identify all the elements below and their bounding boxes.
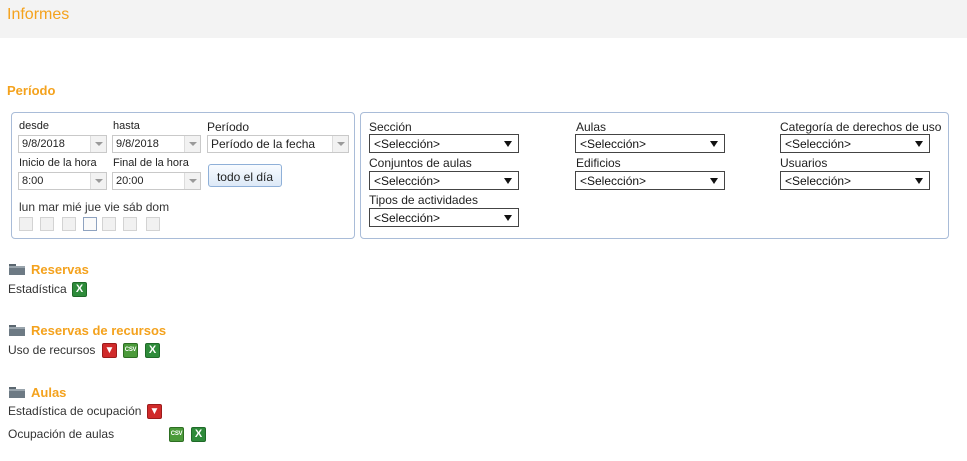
csv-icon[interactable]: CSV	[169, 427, 184, 442]
chevron-down-icon[interactable]	[90, 173, 106, 189]
folder-icon	[9, 264, 25, 275]
from-label: desde	[19, 120, 49, 132]
chevron-down-icon[interactable]	[332, 136, 348, 152]
to-date-value: 9/8/2018	[116, 138, 159, 150]
categoria-value: <Selección>	[785, 137, 852, 151]
excel-icon[interactable]: X	[191, 427, 206, 442]
chevron-down-icon	[504, 178, 512, 184]
conjuntos-value: <Selección>	[374, 174, 441, 188]
period-select-label: Período	[207, 120, 250, 134]
from-date-input[interactable]: 9/8/2018	[18, 135, 107, 153]
header-bar: Informes	[0, 0, 967, 38]
seccion-label: Sección	[369, 120, 412, 134]
reservas-group-title: Reservas	[31, 262, 89, 277]
aulas-value: <Selección>	[580, 137, 647, 151]
usuarios-label: Usuarios	[780, 156, 828, 170]
chevron-down-icon	[504, 215, 512, 221]
tipos-label: Tipos de actividades	[369, 193, 478, 207]
period-section-title: Período	[7, 83, 56, 98]
excel-icon[interactable]: X	[145, 343, 160, 358]
chevron-down-icon[interactable]	[184, 173, 200, 189]
weekday-checkbox-thu[interactable]	[83, 217, 97, 231]
folder-icon	[9, 325, 25, 336]
weekday-checkbox-fri[interactable]	[102, 217, 116, 231]
end-time-value: 20:00	[116, 175, 144, 187]
pdf-icon[interactable]: ▼	[102, 343, 117, 358]
tipos-value: <Selección>	[374, 211, 441, 225]
aulas-group-title: Aulas	[31, 385, 67, 400]
start-time-input[interactable]: 8:00	[18, 172, 107, 190]
aulas-label: Aulas	[576, 120, 607, 134]
uso-recursos-label: Uso de recursos	[8, 343, 96, 357]
weekday-checkbox-sun[interactable]	[146, 217, 160, 231]
folder-icon	[9, 387, 25, 398]
seccion-value: <Selección>	[374, 137, 441, 151]
chevron-down-icon	[915, 178, 923, 184]
start-time-value: 8:00	[22, 175, 44, 187]
categoria-label: Categoría de derechos de uso	[780, 120, 942, 134]
weekday-checkbox-mon[interactable]	[19, 217, 33, 231]
chevron-down-icon[interactable]	[184, 136, 200, 152]
edificios-value: <Selección>	[580, 174, 647, 188]
estadistica-ocupacion-label: Estadística de ocupación	[8, 404, 142, 418]
weekday-checkbox-tue[interactable]	[40, 217, 54, 231]
aulas-select[interactable]: <Selección>	[575, 134, 725, 153]
period-select[interactable]: Período de la fecha	[207, 135, 349, 153]
usuarios-select[interactable]: <Selección>	[780, 171, 930, 190]
chevron-down-icon	[504, 141, 512, 147]
csv-icon[interactable]: CSV	[123, 343, 138, 358]
tipos-select[interactable]: <Selección>	[369, 208, 519, 227]
seccion-select[interactable]: <Selección>	[369, 134, 519, 153]
ocupacion-aulas-label: Ocupación de aulas	[8, 427, 115, 441]
weekdays-label: lun mar mié jue vie sáb dom	[19, 200, 170, 214]
period-select-value: Período de la fecha	[211, 137, 316, 151]
chevron-down-icon	[710, 141, 718, 147]
from-date-value: 9/8/2018	[22, 138, 65, 150]
chevron-down-icon	[915, 141, 923, 147]
pdf-icon[interactable]: ▼	[147, 404, 162, 419]
all-day-button[interactable]: todo el día	[208, 164, 282, 187]
page-title: Informes	[7, 6, 70, 23]
reservas-estadistica-label: Estadística	[8, 282, 67, 296]
chevron-down-icon[interactable]	[90, 136, 106, 152]
edificios-select[interactable]: <Selección>	[575, 171, 725, 190]
conjuntos-label: Conjuntos de aulas	[369, 156, 472, 170]
start-time-label: Inicio de la hora	[19, 157, 97, 169]
to-date-input[interactable]: 9/8/2018	[112, 135, 201, 153]
excel-icon[interactable]: X	[72, 282, 87, 297]
weekday-checkbox-sat[interactable]	[123, 217, 137, 231]
recursos-group-title: Reservas de recursos	[31, 323, 167, 338]
weekday-checkbox-wed[interactable]	[62, 217, 76, 231]
chevron-down-icon	[710, 178, 718, 184]
usuarios-value: <Selección>	[785, 174, 852, 188]
end-time-label: Final de la hora	[113, 157, 189, 169]
conjuntos-select[interactable]: <Selección>	[369, 171, 519, 190]
to-label: hasta	[113, 120, 140, 132]
categoria-select[interactable]: <Selección>	[780, 134, 930, 153]
end-time-input[interactable]: 20:00	[112, 172, 201, 190]
edificios-label: Edificios	[576, 156, 621, 170]
